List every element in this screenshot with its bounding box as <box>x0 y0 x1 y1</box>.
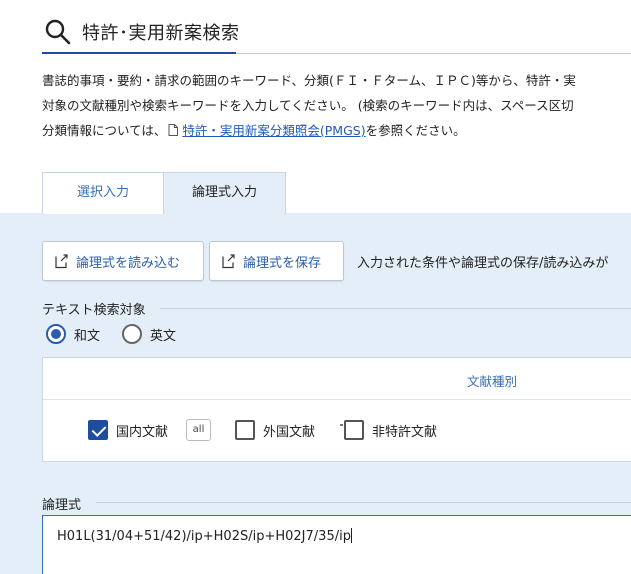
tab-select-input[interactable]: 選択入力 <box>42 172 164 214</box>
description-line-3-prefix: 分類情報については、 <box>42 123 167 138</box>
checkbox-foreign-docs[interactable]: 外国文献 <box>235 419 315 441</box>
text-target-title: テキスト検索対象 <box>42 303 146 318</box>
description-line-2: 対象の文献種別や検索キーワードを入力してください。 (検索のキーワード内は、スペ… <box>42 98 574 113</box>
export-file-icon <box>222 254 235 269</box>
logic-expression-text: H01L(31/04+51/42)/ip+H02S/ip+H02J7/35/ip <box>57 529 351 544</box>
checkbox-foreign-label: 外国文献 <box>263 424 316 440</box>
radio-english-label: 英文 <box>150 328 177 344</box>
radio-japanese-label: 和文 <box>74 328 101 344</box>
checkbox-nonpatent-label: 非特許文献 <box>372 424 438 440</box>
checkbox-nonpatent-box <box>344 420 364 440</box>
description-line-3-suffix: を参照ください。 <box>365 123 466 138</box>
tab-logic-input[interactable]: 論理式入力 <box>163 172 286 214</box>
import-file-icon <box>55 254 68 269</box>
radio-japanese[interactable]: 和文 <box>46 323 100 345</box>
pmgs-link[interactable]: 特許・実用新案分類照会(PMGS) <box>182 123 365 138</box>
external-document-icon <box>168 124 179 136</box>
page-header: 特許･実用新案検索 <box>42 10 631 54</box>
logic-divider <box>96 502 631 503</box>
all-select-button[interactable]: all <box>186 419 211 441</box>
separator-mark <box>340 424 343 426</box>
text-target-divider <box>160 308 631 309</box>
document-type-box: 文献種別 <box>42 357 631 462</box>
save-load-note: 入力された条件や論理式の保存/読み込みが <box>357 256 609 271</box>
checkbox-domestic-box <box>88 420 108 440</box>
checkbox-domestic-docs[interactable]: 国内文献 <box>88 419 168 441</box>
save-logic-label: 論理式を保存 <box>243 255 322 271</box>
logic-title: 論理式 <box>42 498 82 513</box>
logic-expression-input[interactable]: H01L(31/04+51/42)/ip+H02S/ip+H02J7/35/ip <box>42 515 631 574</box>
checkbox-foreign-box <box>235 420 255 440</box>
radio-english-circle <box>122 324 142 344</box>
checkbox-nonpatent-docs[interactable]: 非特許文献 <box>344 419 437 441</box>
description-line-1: 書誌的事項・要約・請求の範囲のキーワード、分類(ＦＩ・Ｆターム、ＩＰＣ)等から、… <box>42 73 576 88</box>
search-icon <box>45 19 71 45</box>
description-line-3: 分類情報については、 特許・実用新案分類照会(PMGS)を参照ください。 <box>42 122 466 140</box>
radio-english[interactable]: 英文 <box>122 323 176 345</box>
document-type-header-label: 文献種別 <box>467 374 518 389</box>
save-logic-button[interactable]: 論理式を保存 <box>209 241 344 281</box>
title-underline <box>42 52 236 54</box>
load-logic-button[interactable]: 論理式を読み込む <box>42 241 204 281</box>
page-title: 特許･実用新案検索 <box>82 23 240 44</box>
radio-japanese-circle <box>46 324 66 344</box>
document-type-header: 文献種別 <box>43 358 631 400</box>
checkbox-domestic-label: 国内文献 <box>116 424 169 440</box>
load-logic-label: 論理式を読み込む <box>76 255 181 271</box>
text-caret <box>350 528 352 543</box>
